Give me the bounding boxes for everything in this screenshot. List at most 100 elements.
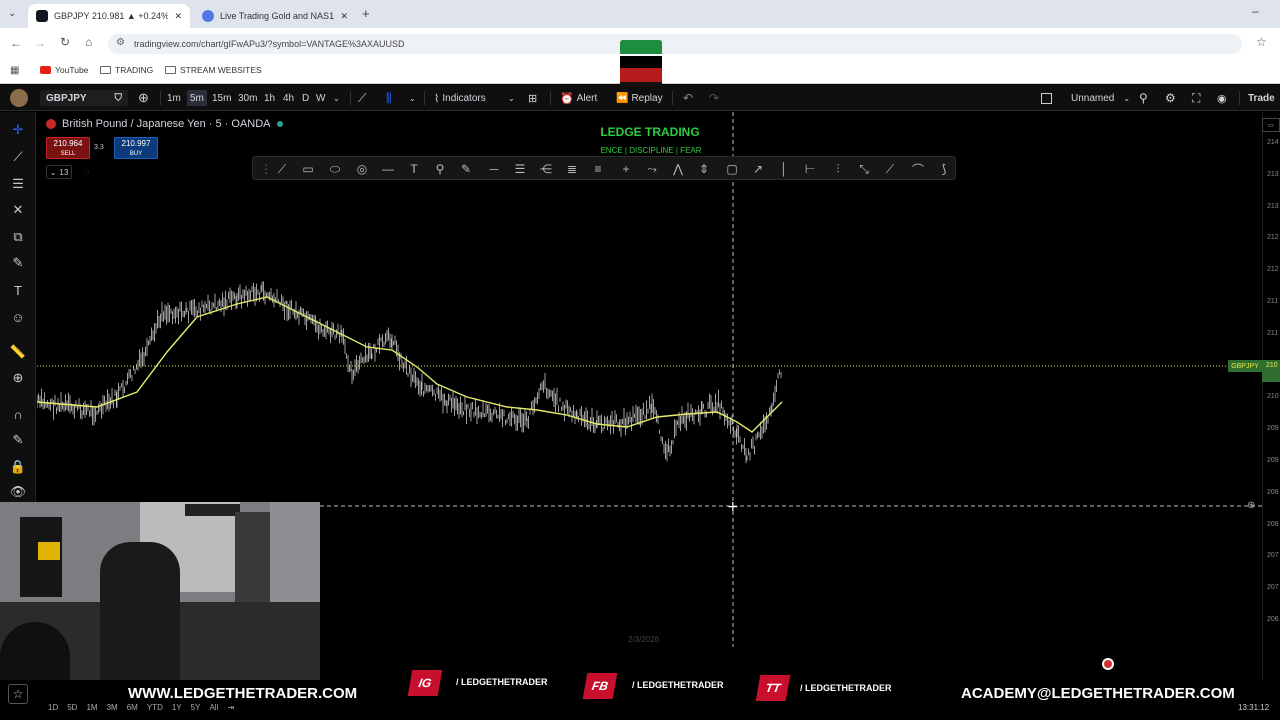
interval-4h[interactable]: 4h [283, 90, 294, 106]
templates-grid-icon[interactable]: ⊞ [528, 90, 537, 106]
apps-grid-icon[interactable]: ▦ [10, 65, 19, 76]
fib-extension-icon[interactable]: ≡ [589, 160, 607, 178]
trade-button[interactable]: Trade [1248, 90, 1275, 106]
favorites-star-icon[interactable]: ☆ [8, 684, 28, 704]
range-ytd[interactable]: YTD [147, 703, 163, 712]
anchored-vwap-icon[interactable]: ⤡ [855, 160, 873, 178]
chart-type-dropdown-icon[interactable]: ⌄ [409, 90, 416, 106]
parallel-channel-icon[interactable]: ☰ [511, 160, 529, 178]
extended-line-icon[interactable]: ⟋ [881, 160, 899, 178]
pattern-tool-icon[interactable]: ✕ [8, 200, 28, 220]
lock-icon[interactable]: 🔒 [8, 457, 28, 477]
range-6m[interactable]: 6M [127, 703, 138, 712]
zoom-in-icon[interactable]: ⊕ [8, 368, 28, 388]
emoji-tool-icon[interactable]: ☺ [8, 307, 28, 327]
line-chart-type-icon[interactable]: ⟋ [358, 90, 366, 106]
brush-icon[interactable]: ✎ [457, 160, 475, 178]
rectangle-icon[interactable]: ▭ [299, 160, 317, 178]
bookmark-star-icon[interactable]: ☆ [1256, 35, 1267, 49]
range-3m[interactable]: 3M [107, 703, 118, 712]
bookmark-stream-websites[interactable]: STREAM WEBSITES [165, 65, 262, 75]
price-range-icon[interactable]: ⫶ [829, 160, 847, 178]
tab-close-icon[interactable]: ✕ [340, 11, 348, 22]
tab-list-chevron-icon[interactable]: ⌄ [8, 8, 16, 19]
tab-close-icon[interactable]: ✕ [174, 11, 182, 22]
ray-icon[interactable]: — [379, 160, 397, 178]
callout-icon[interactable]: ▢ [723, 160, 741, 178]
fib-retracement-icon[interactable]: ≣ [563, 160, 581, 178]
symbol-search[interactable]: GBPJPY ⛉ [40, 90, 128, 106]
arrow-line-icon[interactable]: ↗ [749, 160, 767, 178]
indicators-collapse-toggle[interactable]: ⌄ 13 [46, 165, 72, 179]
horizontal-line-icon[interactable]: ─ [485, 160, 503, 178]
site-info-icon[interactable]: ⚙ [116, 37, 125, 48]
interval-15m[interactable]: 15m [212, 90, 231, 106]
range-1y[interactable]: 1Y [172, 703, 182, 712]
buy-button[interactable]: 210.997 BUY [114, 137, 158, 159]
interval-w[interactable]: W [316, 90, 325, 106]
interval-1h[interactable]: 1h [264, 90, 275, 106]
range-5y[interactable]: 5Y [191, 703, 201, 712]
fullscreen-icon[interactable]: ⛶ [1192, 90, 1200, 106]
quick-search-icon[interactable]: ⚲ [1139, 90, 1148, 106]
candles-chart-type-icon[interactable]: ⫼ [386, 90, 392, 106]
interval-1m[interactable]: 1m [167, 90, 181, 106]
add-alert-plus-icon[interactable]: ⊕ [1247, 500, 1255, 511]
interval-dropdown-chevron-icon[interactable]: ⌄ [333, 90, 340, 106]
trend-line-tool-icon[interactable]: ⟋ [8, 147, 28, 167]
reload-icon[interactable]: ↻ [60, 35, 70, 49]
browser-tab-gbpjpy[interactable]: GBPJPY 210.981 ▲ +0.24% Unn ✕ [28, 4, 190, 28]
currency-menu[interactable]: ▭ [1262, 118, 1280, 132]
replay-button[interactable]: ⏪ Replay [616, 90, 663, 106]
vertical-line-icon[interactable]: │ [775, 160, 793, 178]
arc-icon[interactable]: ⟆ [935, 160, 953, 178]
pin-icon[interactable]: ⚲ [431, 160, 449, 178]
long-position-icon[interactable]: ⇕ [695, 160, 713, 178]
path-icon[interactable]: ⤳ [643, 160, 661, 178]
circle-icon[interactable]: ◎ [353, 160, 371, 178]
camera-snapshot-icon[interactable]: ◉ [1217, 90, 1227, 106]
lock-drawings-icon[interactable]: ✎ [8, 430, 28, 450]
url-field[interactable]: ⚙ tradingview.com/chart/gIFwAPu3/?symbol… [108, 34, 1242, 54]
home-icon[interactable]: ⌂ [85, 35, 92, 49]
text-icon[interactable]: T [405, 160, 423, 178]
alert-button[interactable]: ⏰ Alert [560, 90, 597, 106]
date-range-icon[interactable]: ⊢ [801, 160, 819, 178]
zigzag-icon[interactable]: ⋀ [669, 160, 687, 178]
line-icon[interactable]: ⟋ [273, 160, 291, 178]
crosshair-icon[interactable]: + [617, 160, 635, 178]
text-tool-icon[interactable]: T [8, 280, 28, 300]
pitchfork-icon[interactable]: ⋲ [537, 160, 555, 178]
bookmark-youtube[interactable]: YouTube [40, 65, 88, 75]
curve-icon[interactable]: ⌒ [909, 160, 927, 178]
goto-date-icon[interactable]: ⇥ [227, 703, 234, 712]
projection-tool-icon[interactable]: ⧉ [8, 227, 28, 247]
sell-button[interactable]: 210.964 SELL [46, 137, 90, 159]
user-avatar[interactable] [10, 89, 28, 107]
compare-plus-icon[interactable]: ⊕ [138, 90, 149, 106]
back-arrow-icon[interactable]: ← [10, 36, 22, 50]
visibility-eye-icon[interactable]: 👁 [8, 482, 28, 502]
ruler-tool-icon[interactable]: 📏 [8, 342, 28, 362]
ellipse-icon[interactable]: ⬭ [326, 160, 344, 178]
range-all[interactable]: All [209, 703, 218, 712]
undo-icon[interactable]: ↶ [683, 90, 693, 106]
crosshair-tool-icon[interactable]: ✛ [8, 120, 28, 140]
minimize-window-icon[interactable]: – [1252, 4, 1259, 18]
fib-tool-icon[interactable]: ☰ [8, 174, 28, 194]
magnet-icon[interactable]: ∩ [8, 404, 28, 424]
range-1d[interactable]: 1D [48, 703, 58, 712]
brush-tool-icon[interactable]: ✎ [8, 253, 28, 273]
interval-30m[interactable]: 30m [238, 90, 257, 106]
indicators-button[interactable]: ⌇ Indicators [434, 90, 486, 106]
layout-menu[interactable]: Unnamed ⌄ [1041, 90, 1130, 106]
forward-arrow-icon[interactable]: → [34, 36, 46, 50]
new-tab-plus-icon[interactable]: + [362, 6, 370, 21]
redo-icon[interactable]: ↷ [709, 90, 719, 106]
range-5d[interactable]: 5D [67, 703, 77, 712]
indicators-dropdown-icon[interactable]: ⌄ [508, 90, 515, 106]
interval-d[interactable]: D [302, 90, 309, 106]
bookmark-trading[interactable]: TRADING [100, 65, 153, 75]
settings-gear-icon[interactable]: ⚙ [1165, 90, 1176, 106]
interval-5m[interactable]: 5m [187, 90, 207, 106]
